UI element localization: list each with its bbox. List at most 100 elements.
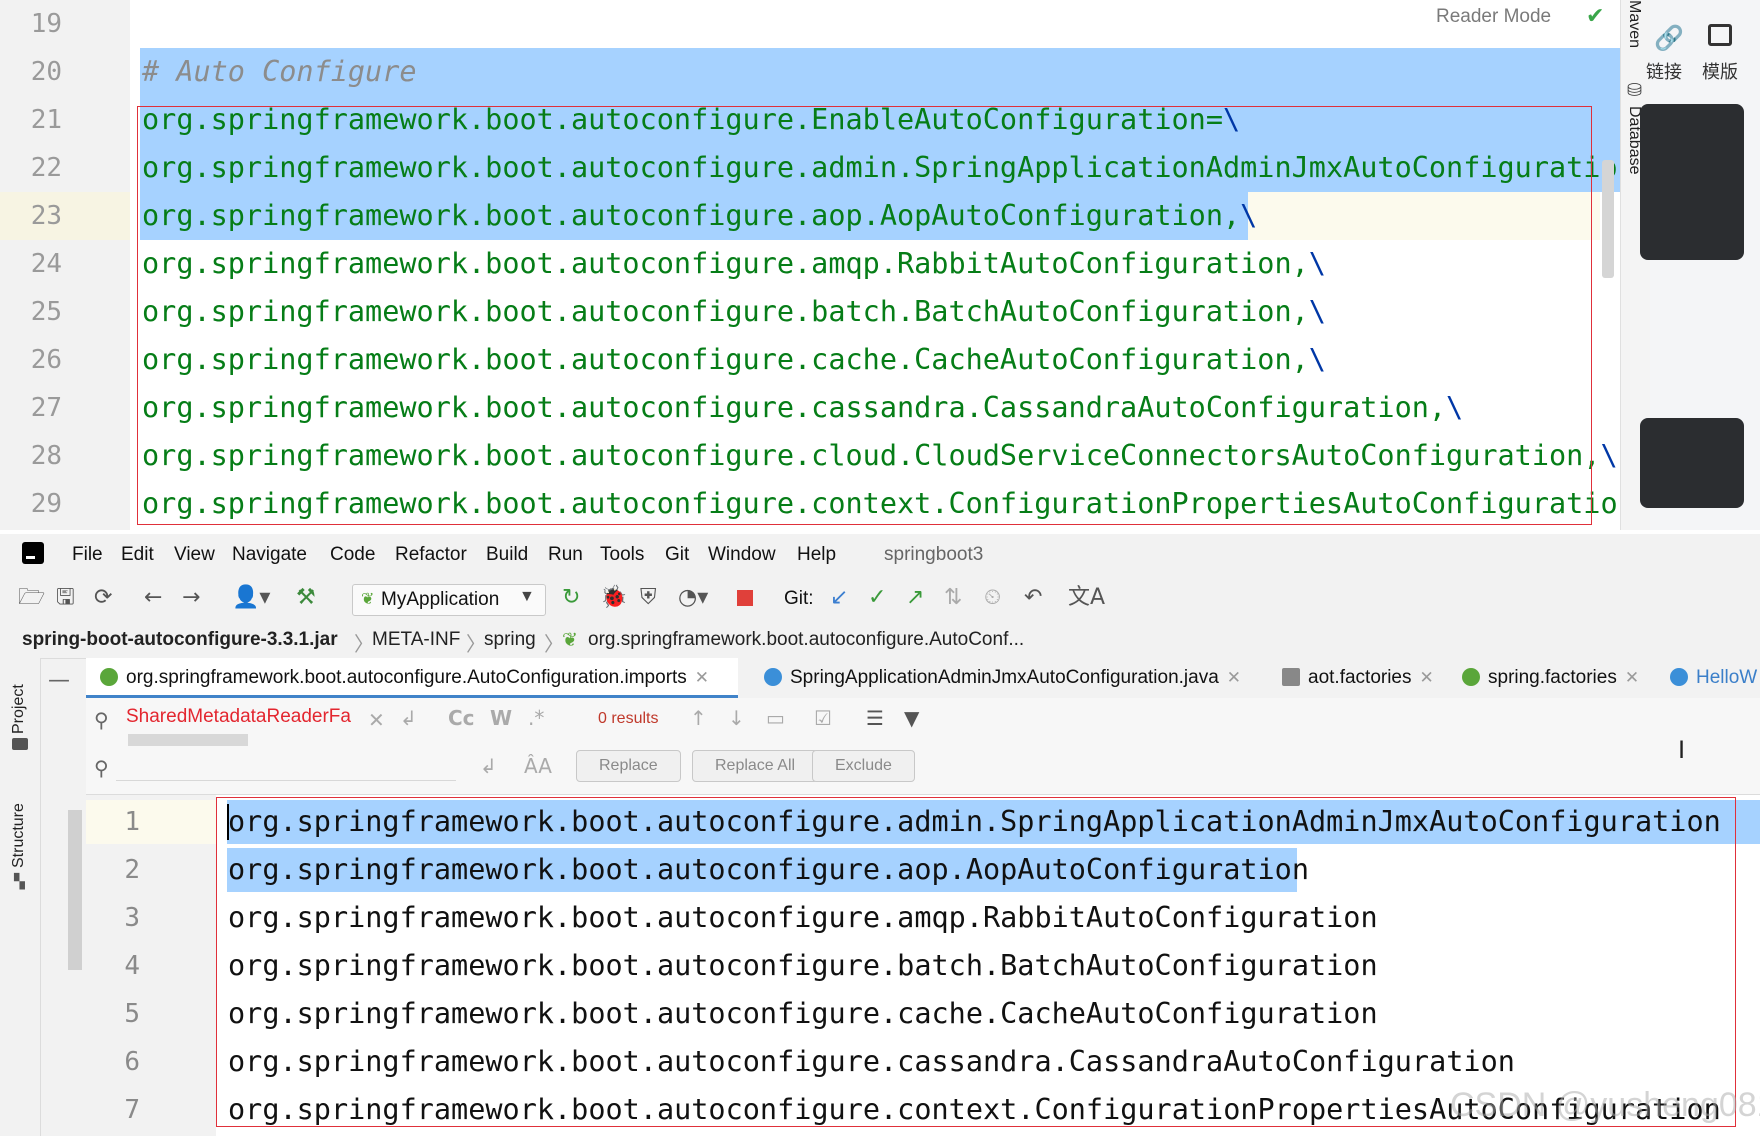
menu-edit[interactable]: Edit <box>121 544 154 566</box>
line-number: 2 <box>124 855 140 885</box>
collapse-icon[interactable]: — <box>48 668 70 693</box>
exclude-button[interactable]: Exclude <box>812 750 915 782</box>
menu-tools[interactable]: Tools <box>600 544 644 566</box>
whole-words-toggle[interactable]: W <box>490 706 512 730</box>
build-hammer-icon[interactable]: ⚒ <box>296 586 316 610</box>
tab-aot-factories[interactable]: aot.factories ✕ <box>1282 658 1434 698</box>
rerun-icon[interactable]: ↻ <box>562 586 580 610</box>
tab-label: org.springframework.boot.autoconfigure.A… <box>126 667 687 688</box>
clear-icon[interactable]: ✕ <box>368 708 385 732</box>
close-icon[interactable]: ✕ <box>1625 668 1639 687</box>
previous-occurrence-icon[interactable]: ↑ <box>690 706 707 730</box>
tab-springapplicationadmin-java[interactable]: SpringApplicationAdminJmxAutoConfigurati… <box>754 658 1241 698</box>
template-icon[interactable] <box>1708 24 1732 46</box>
close-icon[interactable]: ✕ <box>695 668 709 687</box>
tab-autoconfiguration-imports[interactable]: org.springframework.boot.autoconfigure.A… <box>86 658 738 698</box>
menu-git[interactable]: Git <box>665 544 689 566</box>
project-tab[interactable]: Project <box>10 670 28 734</box>
line-number: 3 <box>124 903 140 933</box>
menu-file[interactable]: File <box>72 544 103 566</box>
menu-build[interactable]: Build <box>486 544 528 566</box>
close-icon[interactable]: ✕ <box>1420 668 1434 687</box>
search-input[interactable]: SharedMetadataReaderFa <box>126 706 351 728</box>
match-case-toggle[interactable]: Cc <box>448 706 475 730</box>
run-config-label: MyApplication <box>381 589 500 610</box>
git-push-icon[interactable]: ↗ <box>906 586 924 610</box>
new-line-icon[interactable]: ↲ <box>400 706 417 730</box>
link-label[interactable]: 链接 <box>1646 58 1682 84</box>
reader-mode-link[interactable]: Reader Mode <box>1436 6 1551 28</box>
dark-card <box>1640 104 1744 260</box>
link-icon[interactable]: 🔗 <box>1654 24 1684 52</box>
in-selection-icon[interactable]: ☰ <box>866 706 884 730</box>
editor-tabs: org.springframework.boot.autoconfigure.A… <box>86 658 1760 699</box>
project-name: springboot3 <box>884 544 984 565</box>
sync-icon[interactable]: ⟳ <box>94 586 112 610</box>
replace-all-button[interactable]: Replace All <box>692 750 819 782</box>
git-commit-icon[interactable]: ✓ <box>868 586 886 610</box>
line-number: 25 <box>30 297 62 327</box>
intellij-logo-icon[interactable] <box>22 542 44 564</box>
menu-navigate[interactable]: Navigate <box>232 544 307 566</box>
run-configuration-select[interactable]: ❦ MyApplication ▼ <box>352 584 546 616</box>
save-icon[interactable]: 🖫 <box>56 586 75 610</box>
next-occurrence-icon[interactable]: ↓ <box>728 706 745 730</box>
replace-search-icon[interactable]: ⚲ <box>94 756 109 780</box>
profile-icon[interactable]: ◔▾ <box>678 586 708 610</box>
line-number: 5 <box>124 999 140 1029</box>
preserve-case-icon[interactable]: ÂA <box>524 754 552 778</box>
maven-tab[interactable]: Maven <box>1625 0 1643 48</box>
menu-view[interactable]: View <box>174 544 215 566</box>
search-icon[interactable]: ⚲ <box>94 708 109 732</box>
filter-search-icon[interactable]: ☑ <box>814 706 832 730</box>
new-line-icon[interactable]: ↲ <box>480 754 497 778</box>
select-all-occurrences-icon[interactable]: ▭ <box>766 706 785 730</box>
git-update-icon[interactable]: ↙ <box>830 586 848 610</box>
close-icon[interactable]: ✕ <box>1227 668 1241 687</box>
replace-button[interactable]: Replace <box>576 750 681 782</box>
filter-icon[interactable]: ▼ <box>904 706 919 730</box>
class-icon <box>1670 668 1688 686</box>
template-label[interactable]: 模版 <box>1702 58 1738 84</box>
menu-window[interactable]: Window <box>708 544 776 566</box>
spring-leaf-icon: ❦ <box>361 591 375 608</box>
inspection-ok-icon[interactable]: ✔ <box>1586 4 1604 29</box>
open-folder-icon[interactable]: 🗁 <box>18 586 45 610</box>
search-input-scroll <box>128 734 248 746</box>
coverage-icon[interactable]: ⛨ <box>640 586 657 610</box>
tab-label: HelloW <box>1696 667 1758 688</box>
top-editor[interactable]: 19 20 21 22 23 24 25 26 27 28 29 # Auto … <box>0 0 1650 530</box>
debug-bug-icon[interactable]: 🐞 <box>600 586 627 610</box>
menu-refactor[interactable]: Refactor <box>395 544 467 566</box>
breadcrumb-file[interactable]: org.springframework.boot.autoconfigure.A… <box>588 629 1024 651</box>
line-number: 1 <box>124 807 140 837</box>
side-app-panel: 🔗 链接 模版 <box>1640 0 1760 530</box>
menu-code[interactable]: Code <box>330 544 375 566</box>
user-dropdown-icon[interactable]: 👤▾ <box>232 586 270 610</box>
line-number: 20 <box>30 57 62 87</box>
git-compare-icon[interactable]: ⇅ <box>944 586 962 610</box>
tab-spring-factories[interactable]: spring.factories ✕ <box>1462 658 1639 698</box>
translate-icon[interactable]: 文A <box>1068 586 1105 610</box>
menu-run[interactable]: Run <box>548 544 583 566</box>
tab-hellow[interactable]: HelloW <box>1670 658 1757 698</box>
stop-icon[interactable] <box>737 590 753 606</box>
editor-scrollbar[interactable] <box>1602 160 1614 278</box>
line-number: 26 <box>30 345 62 375</box>
code-comment[interactable]: # Auto Configure <box>142 48 417 96</box>
breadcrumb-meta-inf[interactable]: META-INF <box>372 629 460 651</box>
back-arrow-icon[interactable]: ← <box>144 586 162 610</box>
spring-leaf-icon: ❦ <box>562 630 578 651</box>
structure-tab[interactable]: Structure <box>10 778 28 868</box>
tree-scrollbar[interactable] <box>68 810 82 970</box>
breadcrumb-separator: 〉 <box>466 632 486 656</box>
rollback-icon[interactable]: ↶ <box>1024 586 1042 610</box>
line-number: 21 <box>30 105 62 135</box>
forward-arrow-icon[interactable]: → <box>182 586 200 610</box>
history-clock-icon[interactable]: ⏲ <box>984 586 1001 610</box>
menu-help[interactable]: Help <box>797 544 836 566</box>
line-number: 28 <box>30 441 62 471</box>
regex-toggle[interactable]: .* <box>528 706 544 730</box>
breadcrumb-jar[interactable]: spring-boot-autoconfigure-3.3.1.jar <box>22 629 338 651</box>
breadcrumb-spring[interactable]: spring <box>484 629 536 651</box>
